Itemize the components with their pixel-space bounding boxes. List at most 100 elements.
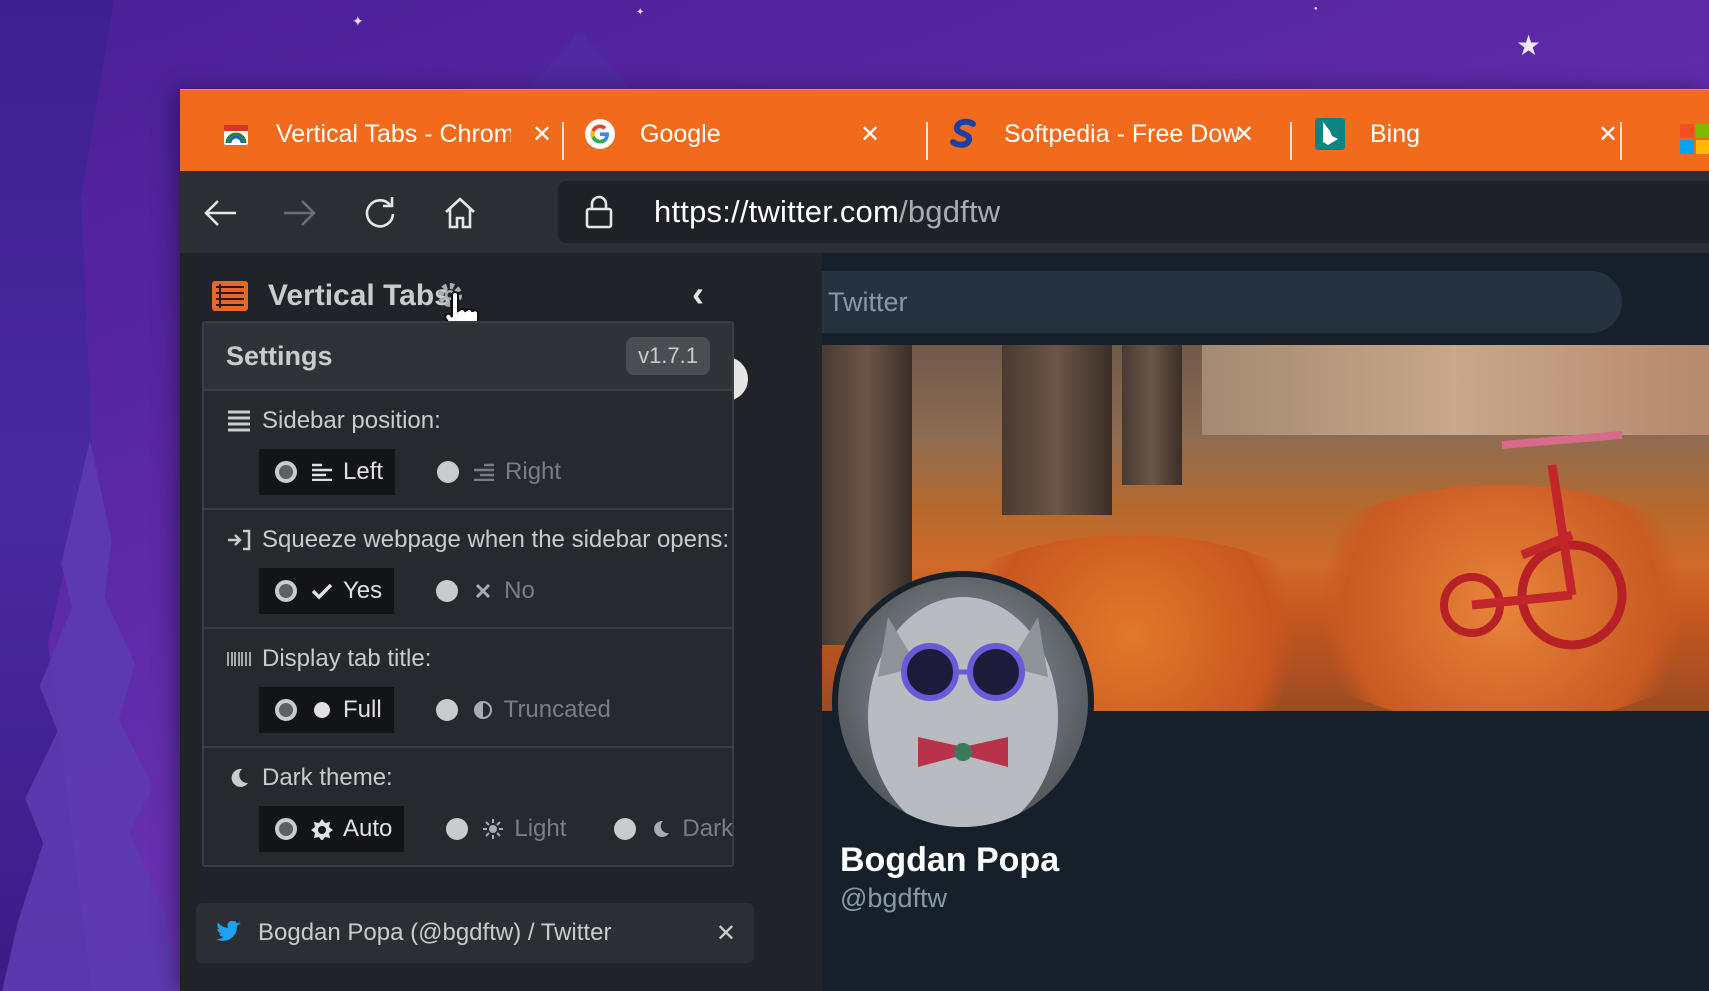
tab-separator (1290, 122, 1292, 160)
tab-separator (1620, 122, 1622, 160)
circle-half-icon (472, 701, 494, 719)
arrow-left-icon (204, 200, 236, 226)
option-light[interactable]: Light (430, 806, 578, 852)
setting-sidebar-position: Sidebar position: Left Right (204, 391, 732, 510)
option-label: Light (514, 815, 567, 842)
setting-label-text: Sidebar position: (262, 407, 441, 434)
home-icon (445, 197, 475, 229)
tab-title: Bing (1370, 119, 1421, 148)
sidebar-title: Vertical Tabs (268, 279, 451, 312)
google-favicon (584, 118, 616, 150)
option-group: Left Right (259, 449, 599, 495)
radio-selected (275, 699, 297, 721)
option-dark[interactable]: Dark (598, 806, 745, 852)
radio-selected (275, 580, 297, 602)
reload-icon (365, 197, 395, 228)
radio-selected (275, 461, 297, 483)
tab-softpedia[interactable]: Softpedia - Free Down ✕ (948, 108, 1254, 160)
option-right[interactable]: Right (421, 449, 573, 495)
setting-squeeze-webpage: Squeeze webpage when the sidebar opens: … (204, 510, 732, 629)
radio-unselected (436, 580, 459, 602)
radio-unselected (446, 818, 469, 840)
sidebar-tab-title: Bogdan Popa (@bgdftw) / Twitter (258, 919, 612, 946)
option-yes[interactable]: Yes (259, 568, 395, 614)
tab-separator (562, 122, 564, 160)
profile-handle: @bgdftw (840, 883, 947, 913)
settings-title: Settings (226, 340, 333, 371)
tab-title: Google (640, 119, 721, 148)
radio-unselected (437, 461, 460, 483)
option-label: Left (343, 458, 384, 485)
align-left-icon (311, 463, 333, 481)
close-icon[interactable]: ✕ (860, 120, 880, 149)
option-no[interactable]: No (420, 568, 547, 614)
circle-full-icon (311, 701, 333, 719)
moon-icon (650, 820, 672, 838)
microsoft-favicon[interactable] (1680, 124, 1709, 154)
option-label: Right (505, 458, 562, 485)
content-area: Twitter Bogdan Popa @bgdftw Vertical Tab… (180, 253, 1709, 991)
vertical-tabs-favicon (220, 118, 252, 150)
option-full[interactable]: Full (259, 687, 394, 733)
bing-favicon (1314, 118, 1346, 150)
option-left[interactable]: Left (259, 449, 396, 495)
tab-title: Softpedia - Free Down (1004, 119, 1239, 148)
tab-vertical-tabs[interactable]: Vertical Tabs - Chrome ✕ (220, 108, 552, 160)
tab-separator (926, 122, 928, 160)
settings-header: Settings v1.7.1 (204, 323, 732, 391)
close-icon[interactable]: ✕ (532, 120, 552, 149)
option-group: Yes No (259, 568, 573, 614)
sidebar-icon (226, 410, 252, 432)
arrow-right-icon (284, 200, 316, 226)
close-icon[interactable]: ✕ (1234, 120, 1254, 149)
check-icon (311, 582, 333, 600)
address-bar[interactable]: https://twitter.com/bgdftw (558, 181, 1709, 243)
webpage: Twitter Bogdan Popa @bgdftw (822, 253, 1709, 991)
setting-label-text: Squeeze webpage when the sidebar opens: (262, 526, 730, 553)
option-group: Full Truncated (259, 687, 649, 733)
profile-name: Bogdan Popa (840, 841, 1060, 879)
option-label: Yes (343, 577, 383, 604)
tab-google[interactable]: Google ✕ (584, 108, 880, 160)
tab-bing[interactable]: Bing ✕ (1314, 108, 1618, 160)
back-button[interactable] (200, 193, 240, 233)
version-badge: v1.7.1 (626, 337, 710, 375)
search-placeholder: Twitter (828, 286, 908, 317)
close-icon[interactable]: ✕ (716, 919, 736, 948)
tricycle-image (1440, 431, 1627, 650)
option-truncated[interactable]: Truncated (420, 687, 623, 733)
close-icon[interactable]: ✕ (1598, 120, 1618, 149)
browser-window: Vertical Tabs - Chrome ✕ Google ✕ Softpe… (180, 89, 1709, 991)
setting-label-text: Dark theme: (262, 764, 393, 791)
twitter-icon (216, 921, 241, 941)
tree-trunk (1122, 345, 1182, 485)
home-button[interactable] (440, 193, 480, 233)
option-auto[interactable]: Auto (259, 806, 405, 852)
option-group: Auto Light Dark (259, 806, 745, 852)
reload-button[interactable] (360, 193, 400, 233)
moon-icon (226, 768, 252, 788)
radio-selected (275, 818, 297, 840)
setting-dark-theme: Dark theme: Auto Light Dark (204, 748, 733, 863)
tab-title: Vertical Tabs - Chrome (276, 119, 511, 148)
setting-label: Sidebar position: (226, 407, 441, 435)
setting-label-text: Display tab title: (262, 645, 432, 672)
twitter-search-input[interactable]: Twitter (822, 271, 1622, 333)
star-icon: ✦ (636, 7, 645, 18)
star-icon: ● (1314, 6, 1318, 12)
setting-label: Dark theme: (226, 764, 393, 792)
radio-unselected (435, 699, 458, 721)
profile-avatar[interactable] (832, 571, 1094, 833)
browser-toolbar: https://twitter.com/bgdftw (180, 171, 1709, 253)
setting-display-tab-title: Display tab title: Full Truncated (204, 629, 732, 748)
align-right-icon (473, 463, 495, 481)
sun-icon (482, 818, 504, 840)
sidebar-tab-item[interactable]: Bogdan Popa (@bgdftw) / Twitter ✕ (196, 903, 754, 963)
option-label: Full (343, 696, 382, 723)
squeeze-icon (226, 529, 252, 551)
url-host: twitter.com (748, 194, 899, 229)
forward-button[interactable] (280, 193, 320, 233)
vertical-tabs-logo-icon (212, 281, 248, 311)
collapse-sidebar-button[interactable]: ‹ (692, 273, 704, 315)
star-icon: ✦ (352, 13, 364, 29)
